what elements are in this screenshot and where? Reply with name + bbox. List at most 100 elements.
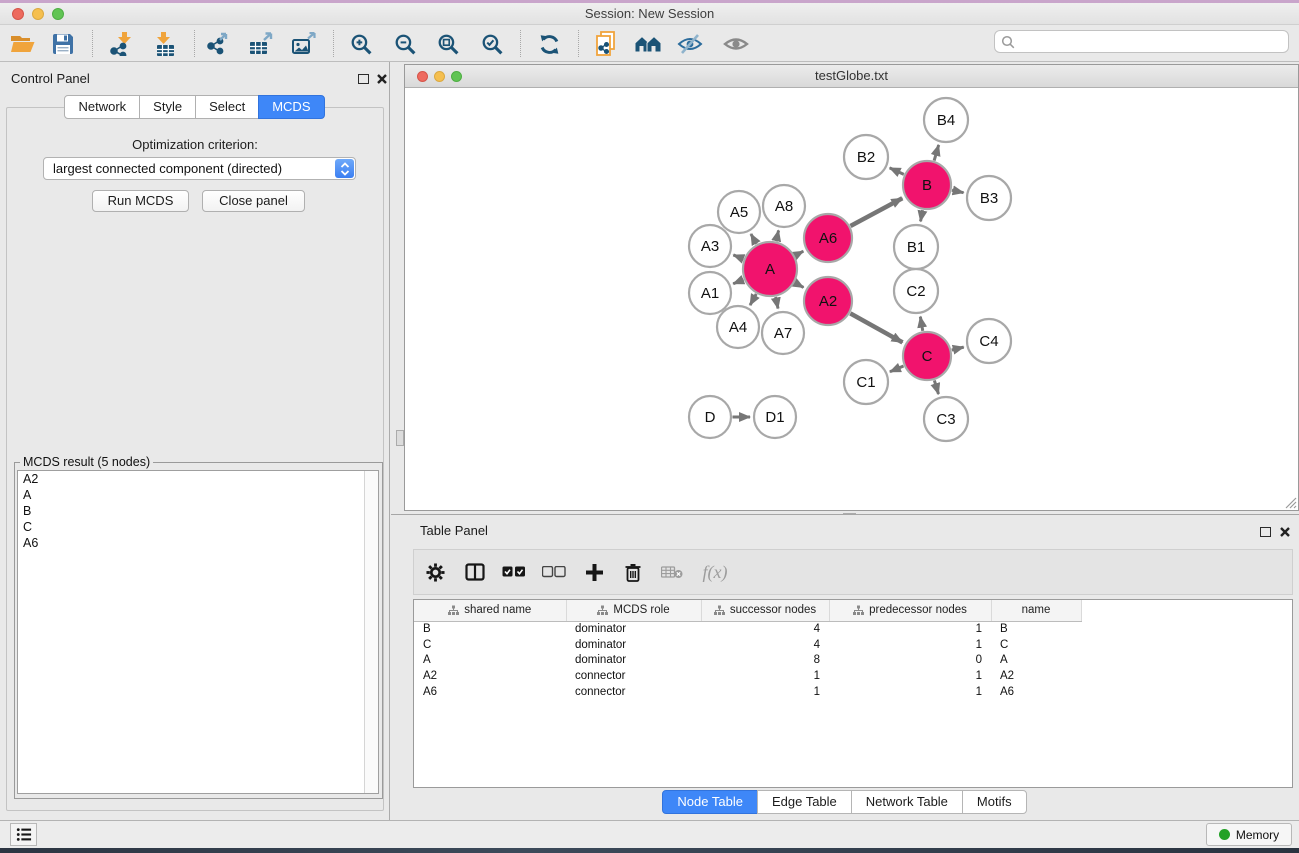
table-settings-button[interactable]: [414, 555, 456, 589]
table-tab-node-table[interactable]: Node Table: [662, 790, 758, 814]
edge-B-B2[interactable]: [890, 168, 904, 175]
graph-node-A7[interactable]: A7: [762, 312, 804, 354]
close-window-button[interactable]: [12, 8, 24, 20]
new-network-from-selection-button[interactable]: [588, 29, 624, 59]
criterion-select[interactable]: largest connected component (directed): [43, 157, 356, 180]
mcds-result-item[interactable]: C: [18, 519, 378, 535]
memory-button[interactable]: Memory: [1206, 823, 1292, 846]
edge-C-C4[interactable]: [952, 347, 964, 350]
edge-A-A7[interactable]: [776, 297, 778, 309]
edge-A-A6[interactable]: [795, 251, 803, 255]
graph-node-A6[interactable]: A6: [804, 214, 852, 262]
result-scrollbar[interactable]: [364, 471, 378, 793]
graph-node-C4[interactable]: C4: [967, 319, 1011, 363]
table-row[interactable]: A2connector11A2: [414, 668, 1081, 684]
close-table-panel-icon[interactable]: [1279, 526, 1291, 538]
table-row[interactable]: Cdominator41C: [414, 637, 1081, 653]
column-header-successor-nodes[interactable]: successor nodes: [701, 600, 829, 621]
graph-node-A4[interactable]: A4: [717, 306, 759, 348]
graph-node-A8[interactable]: A8: [763, 185, 805, 227]
tab-mcds[interactable]: MCDS: [258, 95, 324, 119]
edge-B-B4[interactable]: [934, 145, 939, 161]
tab-style[interactable]: Style: [139, 95, 196, 119]
mcds-result-item[interactable]: B: [18, 503, 378, 519]
table-tab-edge-table[interactable]: Edge Table: [757, 790, 852, 814]
column-header-shared-name[interactable]: shared name: [414, 600, 566, 621]
edge-A-A5[interactable]: [751, 234, 756, 244]
mcds-result-item[interactable]: A: [18, 487, 378, 503]
save-session-button[interactable]: [45, 29, 81, 59]
vertical-divider-grip[interactable]: [396, 430, 404, 446]
graph-node-D1[interactable]: D1: [754, 396, 796, 438]
close-panel-icon[interactable]: [376, 73, 388, 85]
import-table-button[interactable]: [147, 29, 183, 59]
graph-node-B3[interactable]: B3: [967, 176, 1011, 220]
edge-A-A4[interactable]: [750, 294, 756, 305]
edge-B-B1[interactable]: [921, 210, 923, 221]
mcds-result-item[interactable]: A2: [18, 471, 378, 487]
table-tab-network-table[interactable]: Network Table: [851, 790, 963, 814]
edge-A6-B[interactable]: [850, 198, 902, 226]
export-image-button[interactable]: [286, 29, 322, 59]
minimize-network-button[interactable]: [434, 71, 445, 82]
network-canvas[interactable]: B4B2BB3A5A8A6B1A3AC2A1A2A4A7C4CC1C3DD1: [405, 88, 1298, 510]
table-row[interactable]: Adominator80A: [414, 653, 1081, 669]
open-file-button[interactable]: [5, 29, 41, 59]
table-tab-motifs[interactable]: Motifs: [962, 790, 1027, 814]
column-header-name[interactable]: name: [991, 600, 1081, 621]
tab-network[interactable]: Network: [64, 95, 140, 119]
edge-A2-C[interactable]: [850, 313, 902, 342]
graph-node-A2[interactable]: A2: [804, 277, 852, 325]
show-columns-button[interactable]: [456, 555, 494, 589]
task-history-button[interactable]: [10, 823, 37, 846]
graph-node-A3[interactable]: A3: [689, 225, 731, 267]
graph-node-A5[interactable]: A5: [718, 191, 760, 233]
mcds-result-item[interactable]: A6: [18, 535, 378, 551]
select-all-columns-button[interactable]: [494, 555, 534, 589]
zoom-network-button[interactable]: [451, 71, 462, 82]
graph-node-C3[interactable]: C3: [924, 397, 968, 441]
zoom-fit-button[interactable]: [430, 29, 466, 59]
show-all-button[interactable]: [718, 29, 754, 59]
edge-A-A8[interactable]: [776, 230, 778, 241]
import-network-button[interactable]: [103, 29, 139, 59]
graph-node-D[interactable]: D: [689, 396, 731, 438]
unselect-all-columns-button[interactable]: [534, 555, 574, 589]
edge-C-C1[interactable]: [890, 366, 904, 372]
zoom-in-button[interactable]: [343, 29, 379, 59]
graph-node-B1[interactable]: B1: [894, 225, 938, 269]
delete-column-button[interactable]: [614, 555, 652, 589]
export-network-button[interactable]: [201, 29, 237, 59]
edge-B-B3[interactable]: [952, 190, 964, 192]
zoom-selected-button[interactable]: [474, 29, 510, 59]
close-network-button[interactable]: [417, 71, 428, 82]
zoom-out-button[interactable]: [387, 29, 423, 59]
zoom-window-button[interactable]: [52, 8, 64, 20]
table-row[interactable]: A6connector11A6: [414, 684, 1081, 700]
float-table-panel-icon[interactable]: [1260, 527, 1271, 537]
edge-C-C3[interactable]: [934, 380, 938, 394]
graph-node-B4[interactable]: B4: [924, 98, 968, 142]
delete-table-button[interactable]: [652, 555, 692, 589]
table-row[interactable]: Bdominator41B: [414, 621, 1081, 637]
search-input[interactable]: [1015, 32, 1288, 51]
column-header-mcds-role[interactable]: MCDS role: [566, 600, 701, 621]
function-builder-button[interactable]: f(x): [692, 555, 738, 589]
graph-node-B[interactable]: B: [903, 161, 951, 209]
graph-node-C[interactable]: C: [903, 332, 951, 380]
column-header-predecessor-nodes[interactable]: predecessor nodes: [829, 600, 991, 621]
refresh-button[interactable]: [531, 29, 567, 59]
create-column-button[interactable]: [574, 555, 614, 589]
first-neighbors-button[interactable]: [630, 29, 666, 59]
graph-node-C1[interactable]: C1: [844, 360, 888, 404]
edge-A-A1[interactable]: [733, 280, 743, 284]
tab-select[interactable]: Select: [195, 95, 259, 119]
float-panel-icon[interactable]: [358, 74, 369, 84]
graph-node-A1[interactable]: A1: [689, 272, 731, 314]
edge-A-A3[interactable]: [733, 255, 743, 259]
hide-selected-button[interactable]: [672, 29, 708, 59]
graph-node-C2[interactable]: C2: [894, 269, 938, 313]
resize-grip-icon[interactable]: [1284, 496, 1297, 509]
edge-A-A2[interactable]: [795, 283, 804, 288]
minimize-window-button[interactable]: [32, 8, 44, 20]
